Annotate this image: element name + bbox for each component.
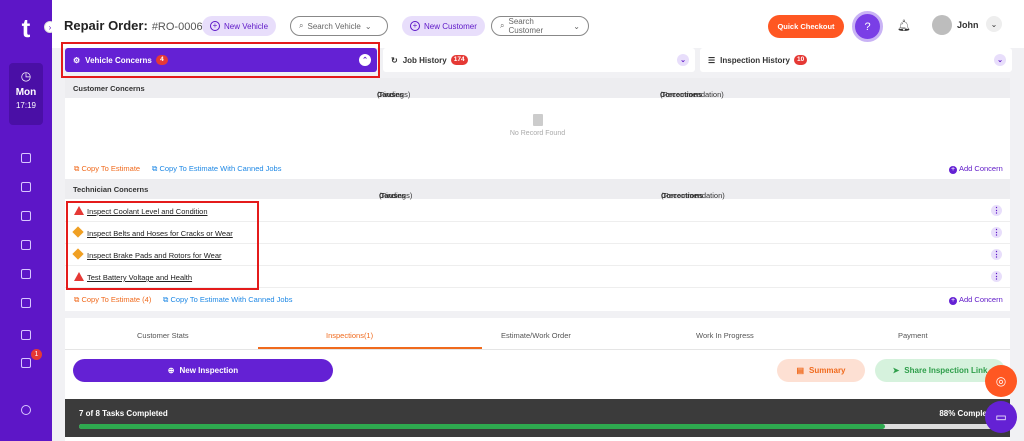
highlight-box (66, 201, 259, 290)
notification-badge: 1 (31, 349, 42, 360)
bell-icon[interactable]: 🔔︎ (897, 19, 911, 32)
dashboard-icon[interactable] (0, 150, 52, 166)
search-icon: ⌕ (299, 21, 304, 30)
tab-inspection-history[interactable]: ☰ Inspection History 10 ⌄ (700, 48, 1012, 72)
copy-to-estimate-link[interactable]: ⧉ Copy To Estimate (74, 164, 140, 174)
empty-document-icon (532, 114, 543, 126)
header: Repair Order: #RO-000668 + New Vehicle ⌕ Se… (52, 0, 1024, 48)
chevron-down-icon[interactable]: ⌄ (677, 54, 689, 66)
reports-icon[interactable] (0, 295, 52, 311)
tab-estimate-work-order[interactable]: Estimate/Work Order (501, 331, 571, 340)
col-corrections-note: (Recommendation) (661, 191, 725, 200)
technician-concerns-header: Technician Concerns Causes (Findings) Co… (65, 179, 1010, 200)
search-customer-select[interactable]: ⌕ Search Customer ⌄ (491, 16, 589, 36)
plus-icon: + (949, 166, 957, 174)
share-label: Share Inspection Link (904, 366, 988, 375)
col-causes-note: (Findings) (379, 191, 413, 200)
sidebar: t › ◷ Mon 17:19 1 (0, 0, 56, 441)
settings-icon[interactable] (0, 402, 52, 418)
history-icon: ↻ (391, 55, 398, 65)
plus-icon: + (949, 297, 957, 305)
quick-checkout-button[interactable]: Quick Checkout (768, 15, 844, 38)
plus-icon: ⊕ (167, 366, 175, 375)
page-title: Repair Order: #RO-000668 (64, 18, 215, 33)
date-widget: ◷ Mon 17:19 (9, 63, 43, 125)
help-icon[interactable]: ? (852, 11, 883, 42)
more-options-icon[interactable]: ⋮ (991, 271, 1002, 282)
add-concern-button[interactable]: + Add Concern (949, 295, 1003, 305)
user-name[interactable]: John (957, 20, 979, 30)
date-time: 17:19 (15, 101, 37, 110)
document-icon[interactable] (0, 237, 52, 253)
count-badge: 10 (793, 55, 808, 65)
chat-support-icon[interactable]: ◎ (985, 365, 1017, 397)
board-icon[interactable] (0, 208, 52, 224)
checklist-icon: ☰ (708, 55, 716, 65)
copy-canned-jobs-link[interactable]: ⧉ Copy To Estimate With Canned Jobs (163, 295, 292, 305)
plus-icon: + (410, 21, 420, 31)
megaphone-icon[interactable] (0, 327, 52, 343)
copy-canned-jobs-link[interactable]: ⧉ Copy To Estimate With Canned Jobs (152, 164, 281, 174)
col-concerns: Customer Concerns (73, 84, 145, 93)
page-title-text: Repair Order: (64, 18, 148, 33)
empty-state: No Record Found (65, 98, 1010, 158)
summary-button[interactable]: ▤ Summary (777, 359, 865, 382)
copy-to-estimate-link[interactable]: ⧉ Copy To Estimate (4) (74, 295, 151, 305)
add-concern-label: Add Concern (959, 164, 1003, 173)
progress-fill (79, 424, 886, 429)
tab-work-in-progress[interactable]: Work In Progress (696, 331, 754, 340)
new-customer-button[interactable]: + New Customer (402, 16, 485, 36)
new-vehicle-label: New Vehicle (224, 21, 269, 31)
search-customer-label: Search Customer (508, 17, 544, 35)
new-vehicle-button[interactable]: + New Vehicle (202, 16, 277, 36)
new-inspection-button[interactable]: ⊕ New Inspection (73, 359, 333, 382)
add-concern-button[interactable]: + Add Concern (949, 164, 1003, 174)
user-menu-chevron-icon[interactable]: ⌄ (986, 16, 1002, 32)
new-inspection-label: New Inspection (179, 366, 239, 375)
count-badge: 174 (450, 55, 468, 65)
tab-label: Inspection History (720, 55, 790, 65)
more-options-icon[interactable]: ⋮ (991, 249, 1002, 260)
copy-to-estimate-label: Copy To Estimate (81, 164, 141, 173)
progress-track (79, 424, 995, 429)
chevron-down-icon[interactable]: ⌄ (994, 54, 1006, 66)
highlight-box (61, 42, 380, 78)
search-icon: ⌕ (500, 21, 505, 30)
new-customer-label: New Customer (424, 21, 477, 31)
task-progress-bar: 7 of 8 Tasks Completed 88% Complete (65, 399, 1010, 437)
tab-customer-stats[interactable]: Customer Stats (137, 331, 189, 340)
avatar[interactable] (932, 15, 952, 35)
app: t › ◷ Mon 17:19 1 Repair Order: #RO-00066… (0, 0, 1024, 441)
chevron-down-icon: ⌄ (364, 21, 372, 31)
tab-inspections[interactable]: Inspections(1) (326, 331, 373, 340)
search-vehicle-select[interactable]: ⌕ Search Vehicle ⌄ (290, 16, 388, 36)
summary-label: Summary (809, 366, 846, 375)
copy-to-estimate-label: Copy To Estimate (4) (81, 295, 152, 304)
date-day: Mon (15, 87, 37, 98)
tab-payment[interactable]: Payment (898, 331, 928, 340)
add-concern-label: Add Concern (959, 295, 1003, 304)
messages-icon[interactable] (0, 355, 52, 371)
search-vehicle-label: Search Vehicle (307, 21, 361, 31)
col-concerns: Technician Concerns (73, 185, 149, 194)
plus-icon: + (210, 21, 220, 31)
customer-concerns-header: Customer Concerns Causes (Findings) Corr… (65, 78, 1010, 99)
progress-label: 7 of 8 Tasks Completed (79, 409, 168, 418)
empty-text: No Record Found (509, 130, 566, 137)
divider (65, 349, 1010, 350)
copy-canned-label: Copy To Estimate With Canned Jobs (159, 164, 282, 173)
chevron-down-icon: ⌄ (573, 21, 580, 31)
summary-icon: ▤ (796, 366, 805, 375)
clock-icon: ◷ (20, 69, 32, 83)
send-icon: ➤ (892, 366, 900, 375)
inventory-icon[interactable] (0, 266, 52, 282)
tab-job-history[interactable]: ↻ Job History 174 ⌄ (383, 48, 695, 72)
message-icon[interactable]: ▭ (985, 401, 1017, 433)
tab-label: Job History (402, 55, 447, 65)
more-options-icon[interactable]: ⋮ (991, 205, 1002, 216)
copy-canned-label: Copy To Estimate With Canned Jobs (170, 295, 293, 304)
more-options-icon[interactable]: ⋮ (991, 227, 1002, 238)
calendar-icon[interactable] (0, 179, 52, 195)
